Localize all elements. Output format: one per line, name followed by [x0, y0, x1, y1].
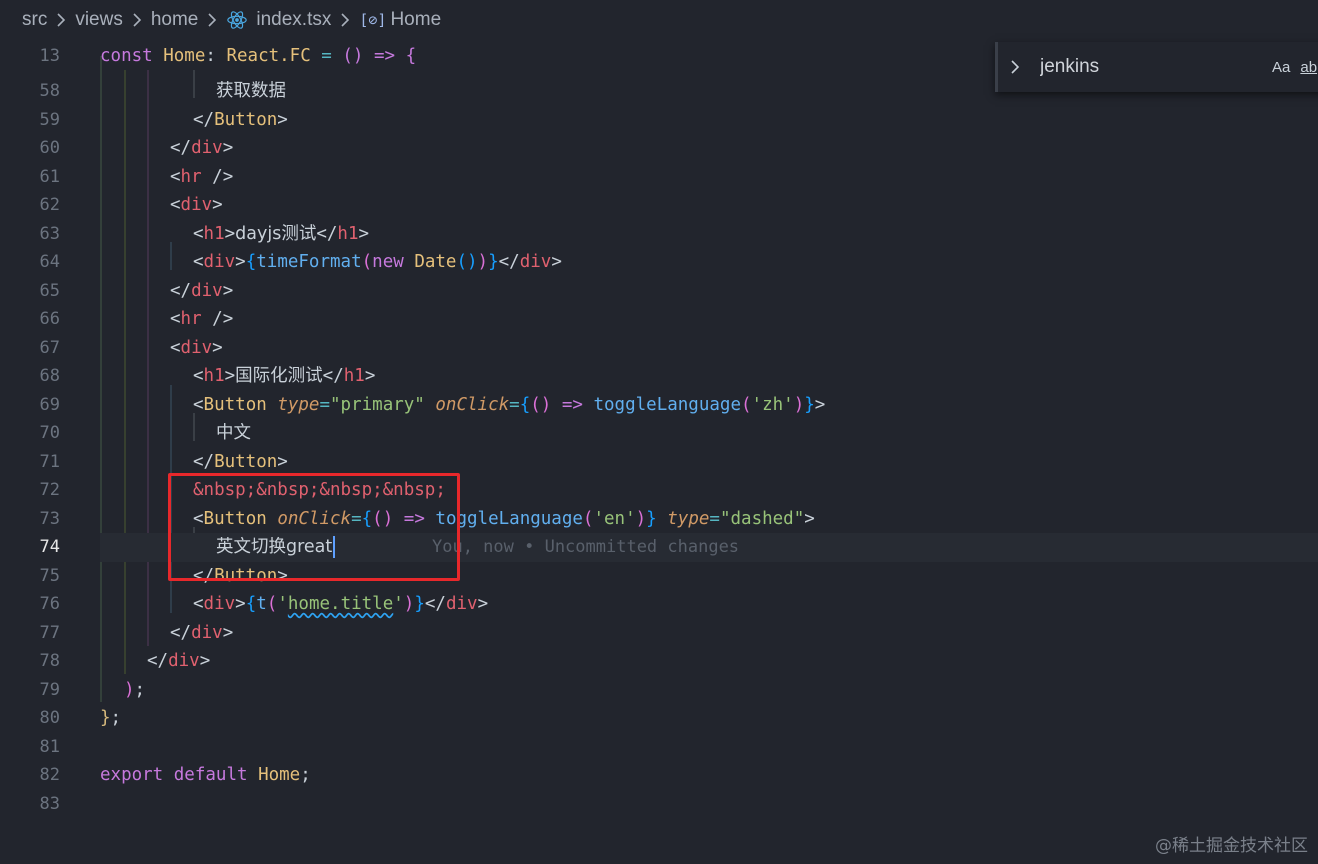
- line-number: 13: [39, 46, 60, 66]
- breadcrumb-item-views[interactable]: views: [75, 9, 123, 31]
- line-number: 62: [39, 195, 60, 215]
- line-number: 59: [39, 109, 60, 130]
- line-number: 65: [39, 280, 60, 301]
- code-line: 67 <div>: [0, 334, 1318, 363]
- line-number: 63: [39, 223, 60, 244]
- line-number: 77: [39, 622, 60, 643]
- breadcrumb-item-file[interactable]: index.tsx: [256, 9, 331, 31]
- line-number: 58: [39, 81, 60, 101]
- code-line: 65 </div>: [0, 277, 1318, 306]
- code-line: 83: [0, 790, 1318, 819]
- code-line: 76 <div>{t('home.title')}</div>: [0, 590, 1318, 619]
- breadcrumb: src views home index.tsx [⊘] Home: [0, 0, 1318, 40]
- symbol-variable-icon: [⊘]: [359, 11, 387, 29]
- line-number: 71: [39, 451, 60, 472]
- code-line: 66 <hr />: [0, 305, 1318, 334]
- react-file-icon: [227, 11, 248, 29]
- git-blame-annotation: You, now • Uncommitted changes: [432, 537, 740, 557]
- code-line: 60 </div>: [0, 134, 1318, 163]
- breadcrumb-item-symbol[interactable]: Home: [390, 9, 441, 31]
- chevron-right-icon: [341, 13, 350, 27]
- line-number: 70: [39, 423, 60, 443]
- code-line: 69 <Button type="primary" onClick={() =>…: [0, 391, 1318, 420]
- code-line: 63 <h1>dayjs测试</h1>: [0, 220, 1318, 249]
- misspelled-key[interactable]: home.title: [288, 594, 393, 614]
- code-line: 80 };: [0, 704, 1318, 733]
- line-number: 81: [39, 736, 60, 757]
- code-line: 62 <div>: [0, 191, 1318, 220]
- line-number: 82: [39, 765, 60, 785]
- code-line: 77 </div>: [0, 619, 1318, 648]
- line-number: 74: [39, 537, 60, 557]
- line-number: 64: [39, 252, 60, 272]
- code-line: 64 <div>{timeFormat(new Date())}</div>: [0, 248, 1318, 277]
- line-number: 76: [39, 594, 60, 614]
- code-line: 61 <hr />: [0, 163, 1318, 192]
- code-line: 59 </Button>: [0, 106, 1318, 135]
- whole-word-toggle[interactable]: ab: [1300, 59, 1317, 76]
- code-line: 68 <h1>国际化测试</h1>: [0, 362, 1318, 391]
- code-line: 78 </div>: [0, 647, 1318, 676]
- line-number: 79: [39, 679, 60, 700]
- code-line: 70 中文: [0, 419, 1318, 448]
- breadcrumb-item-home[interactable]: home: [151, 9, 199, 31]
- code-editor[interactable]: 13 const Home: React.FC = () => { 58 获取数…: [0, 42, 1318, 864]
- line-number: 73: [39, 508, 60, 529]
- line-number: 83: [39, 793, 60, 814]
- line-number: 67: [39, 337, 60, 358]
- line-number: 72: [39, 480, 60, 500]
- chevron-right-icon: [57, 13, 66, 27]
- chevron-right-icon[interactable]: [1008, 60, 1022, 74]
- line-number: 75: [39, 565, 60, 586]
- line-number: 60: [39, 138, 60, 158]
- code-line: 81: [0, 733, 1318, 762]
- match-case-toggle[interactable]: Aa: [1272, 59, 1290, 76]
- line-number: 66: [39, 309, 60, 329]
- code-line: 71 </Button>: [0, 448, 1318, 477]
- chevron-right-icon: [133, 13, 141, 27]
- watermark: @稀土掘金技术社区: [1155, 836, 1308, 856]
- line-number: 68: [39, 366, 60, 386]
- code-line: 82 export default Home;: [0, 761, 1318, 790]
- line-number: 69: [39, 394, 60, 415]
- chevron-right-icon: [208, 13, 217, 27]
- line-number: 61: [39, 166, 60, 187]
- code-line: 79 );: [0, 676, 1318, 705]
- line-number: 78: [39, 651, 60, 671]
- line-number: 80: [39, 708, 60, 728]
- annotation-highlight-box: [168, 473, 460, 581]
- find-widget: Aa ab: [995, 42, 1318, 92]
- breadcrumb-item-src[interactable]: src: [22, 9, 47, 31]
- find-input[interactable]: [1038, 55, 1262, 79]
